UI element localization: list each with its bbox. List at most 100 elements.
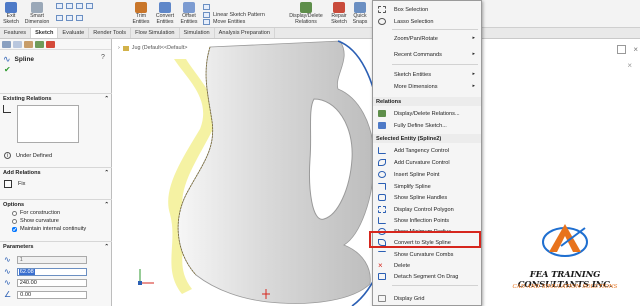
submenu-arrow-icon: ▸ — [472, 83, 475, 89]
menu-item-label: Show Inflection Points — [394, 217, 450, 224]
smart-dimension-label: Smart Dimension — [24, 13, 50, 25]
show-curvature-label: Show curvature — [20, 218, 59, 224]
linear-pattern-icon — [203, 12, 210, 18]
restore-icon[interactable] — [617, 45, 626, 54]
for-construction-checkbox[interactable] — [12, 210, 17, 216]
trim-label: Trim Entities — [132, 13, 150, 25]
mirror-icon — [203, 4, 210, 10]
relations-header: Relations — [373, 97, 481, 106]
collapse-icon[interactable]: ⌃ — [104, 244, 109, 250]
menu-separator — [392, 285, 478, 286]
tab-features[interactable]: Features — [0, 28, 32, 38]
circle-icon[interactable] — [76, 3, 83, 9]
menu-item-show-curvature-combs[interactable]: Show Curvature Combs — [373, 249, 481, 260]
maintain-continuity-checkbox[interactable] — [12, 226, 17, 232]
line-icon[interactable] — [56, 3, 63, 9]
config-manager-icon[interactable] — [24, 41, 33, 48]
sketch-tools-row-1 — [56, 3, 93, 9]
menu-item-box-selection[interactable]: Box Selection — [373, 4, 481, 15]
logo-subtitle: CAD AND SIMULATION SOLUTIONS — [512, 284, 618, 290]
menu-item-add-curvature-control[interactable]: Add Curvature Control — [373, 157, 481, 168]
relations-list[interactable] — [17, 105, 79, 143]
smart-dimension-button[interactable]: Smart Dimension — [23, 1, 51, 27]
chevron-right-icon: › — [118, 45, 120, 51]
trim-entities-button[interactable]: Trim Entities — [130, 1, 152, 27]
ok-check-icon[interactable]: ✔ — [4, 65, 11, 74]
property-manager-icon[interactable] — [13, 41, 22, 48]
quick-snaps-button[interactable]: Quick Snaps — [350, 1, 370, 27]
display-delete-relations-button[interactable]: Display/Delete Relations — [285, 1, 327, 27]
close-icon[interactable]: × — [633, 45, 638, 54]
tab-analysis-preparation[interactable]: Analysis Preparation — [215, 28, 275, 38]
menu-item-simplify-spline[interactable]: Simplify Spline — [373, 181, 481, 192]
breadcrumb[interactable]: › Jug (Default<<Default> — [118, 45, 187, 51]
menu-item-label: Delete — [394, 262, 411, 269]
tab-render-tools[interactable]: Render Tools — [89, 28, 132, 38]
under-defined-status: Under Defined — [16, 152, 53, 159]
origin-icon — [138, 281, 142, 285]
menu-item-label: Add Curvature Control — [394, 159, 450, 166]
tab-evaluate[interactable]: Evaluate — [58, 28, 90, 38]
repair-sketch-button[interactable]: Repair Sketch — [329, 1, 349, 27]
menu-item-label: Zoom/Pan/Rotate — [394, 35, 438, 42]
linear-pattern-tool[interactable]: Linear Sketch Pattern — [203, 12, 265, 18]
tangent-weight-input[interactable]: 0.00 — [17, 290, 88, 299]
spline-point-input[interactable]: 1 — [16, 255, 87, 264]
tab-flow-simulation[interactable]: Flow Simulation — [131, 28, 180, 38]
menu-item-sketch-entities[interactable]: Sketch Entities ▸ — [373, 69, 481, 80]
convert-entities-button[interactable]: Convert Entities — [153, 1, 177, 27]
existing-relations-section: Existing Relations ⌃ i Under Defined — [0, 93, 112, 165]
help-icon[interactable]: ? — [101, 54, 105, 61]
menu-item-add-tangency-control[interactable]: Add Tangency Control — [373, 145, 481, 156]
x-coordinate-input[interactable]: 62.08 — [16, 267, 87, 276]
menu-item-label: Box Selection — [394, 6, 429, 13]
menu-item-more-dimensions[interactable]: More Dimensions ▸ — [373, 81, 481, 92]
menu-item-detach-segment[interactable]: Detach Segment On Drag — [373, 271, 481, 282]
relations-list-icon — [3, 105, 11, 113]
parameters-section: Parameters ⌃ ∿ 1 ∿ 62.08 ∿ 240.00 ∠ 0.00 — [0, 241, 112, 306]
combs-icon — [378, 251, 386, 258]
maintain-continuity-label: Maintain internal continuity — [20, 226, 87, 232]
menu-item-delete[interactable]: × Delete — [373, 260, 481, 271]
submenu-arrow-icon: ▸ — [472, 71, 475, 77]
lasso-icon — [378, 18, 386, 25]
menu-item-show-spline-handles[interactable]: Show Spline Handles — [373, 192, 481, 203]
dimxpert-icon[interactable] — [35, 41, 44, 48]
menu-item-lasso-selection[interactable]: Lasso Selection — [373, 16, 481, 27]
fix-label: Fix — [18, 181, 26, 187]
move-entities-tool[interactable]: Move Entities — [203, 19, 245, 25]
collapse-icon[interactable]: ⌃ — [104, 170, 109, 176]
polygon-icon — [378, 206, 386, 213]
menu-item-display-grid[interactable]: Display Grid — [373, 293, 481, 304]
mirror-tool[interactable] — [203, 4, 210, 10]
exit-sketch-button[interactable]: Exit Sketch — [2, 1, 20, 27]
confirm-corner-close-icon[interactable]: × — [627, 61, 632, 70]
menu-item-show-inflection-points[interactable]: Show Inflection Points — [373, 215, 481, 226]
feature-tree-icon[interactable] — [2, 41, 11, 48]
display-manager-icon[interactable] — [46, 41, 55, 48]
menu-item-insert-spline-point[interactable]: Insert Spline Point — [373, 169, 481, 180]
fix-relation-button[interactable]: Fix — [4, 180, 25, 188]
arc-icon[interactable] — [86, 3, 93, 9]
tab-sketch[interactable]: Sketch — [31, 28, 59, 38]
menu-item-display-delete-relations[interactable]: Display/Delete Relations... — [373, 108, 481, 119]
menu-item-display-control-polygon[interactable]: Display Control Polygon — [373, 204, 481, 215]
snaps-icon — [354, 2, 366, 13]
spline-icon[interactable] — [56, 15, 63, 21]
fillet-icon[interactable] — [76, 15, 83, 21]
company-logo: FEA TRAINING CONSULTANTS INC. CAD AND SI… — [495, 218, 635, 306]
menu-item-zoom-pan-rotate[interactable]: Zoom/Pan/Rotate ▸ — [373, 33, 481, 44]
rectangle-icon[interactable] — [66, 3, 73, 9]
spline-point-icon — [378, 171, 386, 178]
offset-entities-button[interactable]: Offset Entities — [178, 1, 200, 27]
tab-simulation[interactable]: Simulation — [180, 28, 215, 38]
menu-item-recent-commands[interactable]: Recent Commands ▸ — [373, 49, 481, 60]
spline-points-icon: ∿ — [4, 255, 11, 264]
collapse-icon[interactable]: ⌃ — [104, 96, 109, 102]
polygon-icon[interactable] — [66, 15, 73, 21]
snaps-label: Quick Snaps — [352, 13, 368, 25]
menu-item-fully-define-sketch[interactable]: Fully Define Sketch... — [373, 120, 481, 131]
collapse-icon[interactable]: ⌃ — [104, 202, 109, 208]
y-coordinate-input[interactable]: 240.00 — [16, 278, 87, 287]
show-curvature-checkbox[interactable] — [12, 218, 17, 224]
